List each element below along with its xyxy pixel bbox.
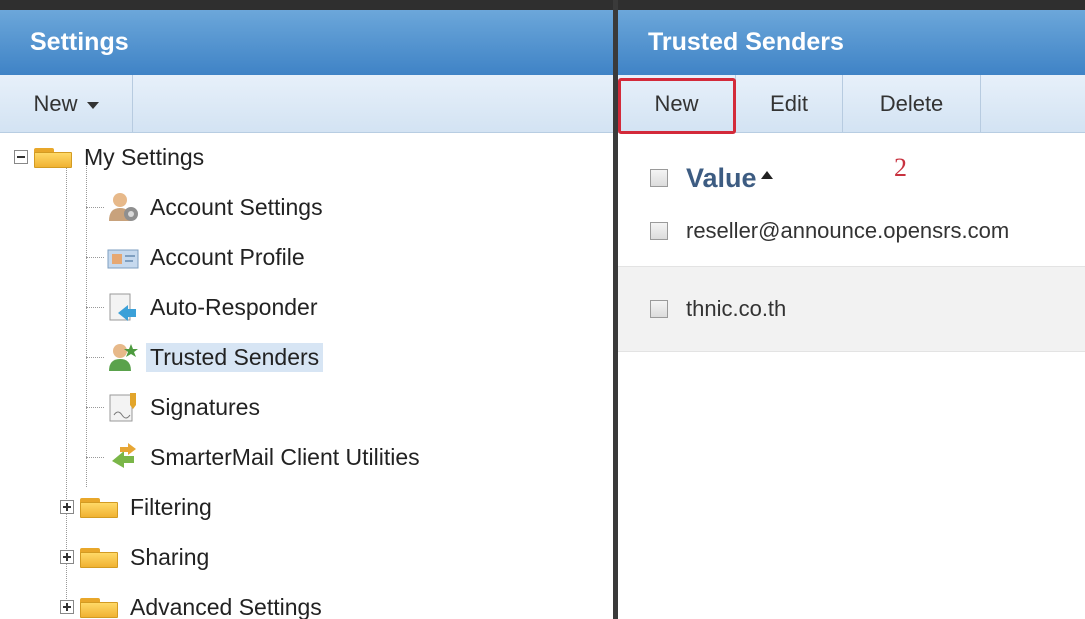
tree-item-label: Trusted Senders	[146, 342, 324, 372]
tree-node-sharing[interactable]: Sharing	[60, 537, 213, 577]
expand-icon[interactable]	[60, 550, 74, 564]
table-row[interactable]: reseller@announce.opensrs.com	[618, 206, 1085, 256]
delete-button-label: Delete	[879, 90, 944, 116]
new-button-label: New	[654, 90, 699, 116]
delete-button[interactable]: Delete	[843, 75, 981, 132]
auto-responder-icon	[106, 291, 140, 323]
folder-icon	[80, 496, 118, 518]
folder-open-icon	[34, 146, 72, 168]
select-all-checkbox[interactable]	[650, 169, 668, 187]
collapse-icon[interactable]	[14, 150, 28, 164]
settings-toolbar: New	[0, 75, 613, 133]
new-button[interactable]: New	[618, 75, 736, 134]
settings-new-label: New	[33, 90, 78, 116]
tree-item-label: Account Settings	[150, 193, 323, 220]
expand-icon[interactable]	[60, 500, 74, 514]
tree-item-label: SmarterMail Client Utilities	[150, 443, 420, 470]
tree-item-auto-responder[interactable]: Auto-Responder	[106, 287, 322, 327]
user-settings-icon	[106, 191, 140, 223]
trusted-user-icon	[106, 341, 140, 373]
tree-item-label: Account Profile	[150, 243, 305, 270]
row-value: thnic.co.th	[686, 296, 787, 321]
tree-item-label: Auto-Responder	[150, 293, 318, 320]
folder-icon	[80, 596, 118, 618]
chevron-down-icon	[86, 101, 99, 109]
tree-item-trusted-senders[interactable]: Trusted Senders	[106, 337, 324, 377]
tree-node-label: Filtering	[130, 493, 212, 520]
settings-title: Settings	[0, 0, 613, 75]
settings-pane: Settings New My Settings Account Setting…	[0, 0, 613, 619]
sort-ascending-icon	[760, 170, 773, 179]
folder-icon	[80, 546, 118, 568]
tree-node-label: Sharing	[130, 543, 210, 570]
edit-button[interactable]: Edit	[736, 75, 843, 132]
column-header-label: Value	[686, 162, 757, 193]
tree-item-client-utilities[interactable]: SmarterMail Client Utilities	[106, 437, 424, 477]
expand-icon[interactable]	[60, 600, 74, 614]
settings-new-button[interactable]: New	[0, 75, 133, 132]
tree-item-account-profile[interactable]: Account Profile	[106, 237, 309, 277]
tree-item-label: Signatures	[150, 393, 260, 420]
tree-item-signatures[interactable]: Signatures	[106, 387, 264, 427]
grid-header: Value	[618, 158, 1085, 198]
profile-card-icon	[106, 241, 140, 273]
row-value: reseller@announce.opensrs.com	[686, 218, 1010, 243]
sync-arrows-icon	[106, 441, 140, 473]
trusted-senders-title: Trusted Senders	[618, 0, 1085, 75]
edit-button-label: Edit	[770, 90, 808, 116]
tree-node-label: Advanced Settings	[130, 593, 322, 619]
tree-node-filtering[interactable]: Filtering	[60, 487, 216, 527]
tree-item-account-settings[interactable]: Account Settings	[106, 187, 327, 227]
table-row[interactable]: thnic.co.th	[618, 266, 1085, 352]
tree-node-advanced-settings[interactable]: Advanced Settings	[60, 587, 326, 619]
trusted-senders-toolbar: New Edit Delete	[618, 75, 1085, 134]
column-header-value[interactable]: Value	[686, 163, 773, 194]
row-checkbox[interactable]	[650, 300, 668, 318]
signature-icon	[106, 391, 140, 423]
trusted-senders-pane: Trusted Senders New Edit Delete 2 Value …	[618, 0, 1085, 619]
row-checkbox[interactable]	[650, 222, 668, 240]
tree-node-my-settings[interactable]: My Settings	[14, 137, 208, 177]
tree-node-label: My Settings	[84, 143, 205, 170]
